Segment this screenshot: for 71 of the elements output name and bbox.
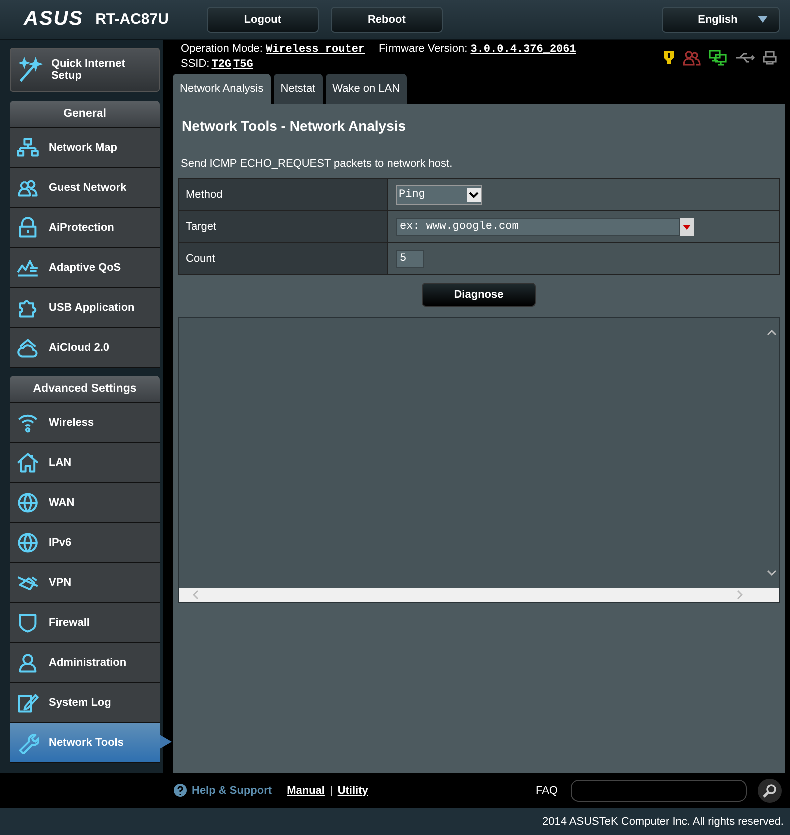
house-icon xyxy=(17,452,39,474)
sidebar-section-header: Advanced Settings xyxy=(10,376,160,403)
header-button[interactable]: Reboot xyxy=(330,6,443,32)
computers-icon[interactable] xyxy=(709,50,727,66)
shield-icon xyxy=(17,612,39,634)
output-area[interactable] xyxy=(178,317,780,603)
sidebar-item[interactable]: WAN xyxy=(10,483,160,523)
field-label: Target xyxy=(179,211,388,242)
faq-label: FAQ xyxy=(536,784,558,796)
users-icon[interactable] xyxy=(683,50,701,66)
utility-link[interactable]: Utility xyxy=(338,784,368,796)
header-button[interactable]: Logout xyxy=(206,6,319,32)
sidebar-item[interactable]: System Log xyxy=(10,683,160,723)
sidebar-item[interactable]: VPN xyxy=(10,563,160,603)
usb-icon[interactable] xyxy=(735,52,755,64)
firmware-link[interactable]: 3.0.0.4.376_2061 xyxy=(470,44,576,56)
field-label: Method xyxy=(179,179,388,210)
wrench-icon xyxy=(17,732,39,754)
field-label: Count xyxy=(179,243,388,274)
link-separator: | xyxy=(330,784,333,796)
copyright-text: 2014 ASUSTeK Computer Inc. All rights reserved. xyxy=(542,816,784,828)
help-icon xyxy=(174,784,187,797)
notepad-icon xyxy=(17,692,39,714)
sidebar-item[interactable]: Network Map xyxy=(10,128,160,168)
ssid-link[interactable]: T2G xyxy=(212,59,232,71)
sidebar-item[interactable]: Guest Network xyxy=(10,168,160,208)
person-icon xyxy=(17,652,39,674)
quick-setup-button[interactable]: Quick Internet Setup xyxy=(10,48,160,92)
language-dropdown[interactable]: English xyxy=(662,6,780,32)
sidebar-item[interactable]: Firewall xyxy=(10,603,160,643)
count-field[interactable]: 5 xyxy=(396,250,424,268)
info-label: SSID: xyxy=(181,58,210,70)
selection-pointer-icon xyxy=(160,735,172,749)
sidebar-item[interactable]: LAN xyxy=(10,443,160,483)
method-dropdown[interactable]: Ping xyxy=(396,184,482,204)
globe-icon xyxy=(17,492,39,514)
panel-description: Send ICMP ECHO_REQUEST packets to network host. xyxy=(181,158,454,170)
ssid-link[interactable]: T5G xyxy=(234,59,254,71)
operation-mode-link[interactable]: Wireless router xyxy=(266,44,366,56)
faq-search-field[interactable] xyxy=(571,780,747,802)
chevron-down-icon xyxy=(467,188,481,202)
diagnose-button[interactable]: Diagnose xyxy=(422,283,536,307)
sidebar-item[interactable]: Adaptive QoS xyxy=(10,248,160,288)
search-button[interactable] xyxy=(758,778,782,802)
panel-title: Network Tools - Network Analysis xyxy=(181,118,408,134)
printer-icon[interactable] xyxy=(763,51,777,65)
magic-wand-icon xyxy=(17,56,44,84)
sidebar-item[interactable]: IPv6 xyxy=(10,523,160,563)
model-name: RT-AC87U xyxy=(96,11,169,28)
info-label: Operation Mode: xyxy=(181,43,263,55)
network-icon xyxy=(17,136,39,158)
tab[interactable]: Network Analysis xyxy=(173,74,271,104)
caret-icon xyxy=(758,16,768,23)
cloud-icon xyxy=(17,336,39,358)
target-field[interactable]: ex: www.google.com xyxy=(396,218,680,236)
padlock-icon xyxy=(17,216,39,238)
warning-icon[interactable] xyxy=(663,50,675,66)
sidebar-item[interactable]: AiProtection xyxy=(10,208,160,248)
sidebar-section-header: General xyxy=(10,101,160,128)
tab[interactable]: Netstat xyxy=(274,74,323,104)
info-label: Firmware Version: xyxy=(379,43,468,55)
sidebar-item[interactable]: Administration xyxy=(10,643,160,683)
tab[interactable]: Wake on LAN xyxy=(326,74,408,104)
sidebar-item[interactable]: USB Application xyxy=(10,288,160,328)
help-support-link[interactable]: Help & Support xyxy=(192,784,272,796)
manual-link[interactable]: Manual xyxy=(287,784,325,796)
sidebar-item[interactable]: AiCloud 2.0 xyxy=(10,328,160,368)
globe-icon xyxy=(17,532,39,554)
brand-logo: ASUS xyxy=(24,8,84,31)
search-icon xyxy=(763,784,777,798)
sidebar-item[interactable]: Wireless xyxy=(10,403,160,443)
